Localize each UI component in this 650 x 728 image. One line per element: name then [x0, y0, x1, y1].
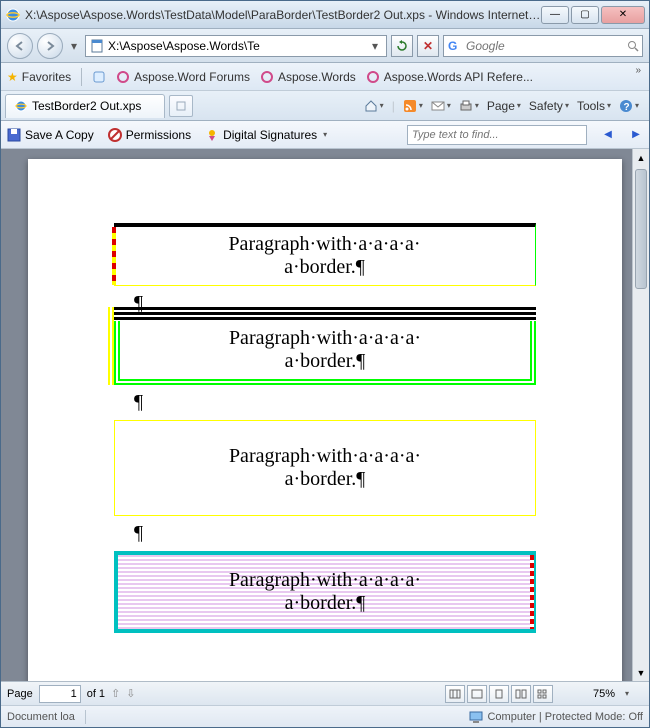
digital-signatures-button[interactable]: Digital Signatures ▾ — [205, 128, 327, 142]
google-icon: G — [448, 39, 462, 53]
xps-viewer-toolbar: Save A Copy Permissions Digital Signatur… — [1, 121, 649, 149]
feeds-button[interactable]: ▾ — [403, 99, 423, 113]
stop-button[interactable]: ✕ — [417, 35, 439, 57]
favbar-overflow[interactable]: » — [635, 65, 641, 76]
suggested-sites-button[interactable] — [92, 70, 106, 84]
print-button[interactable]: ▾ — [459, 99, 479, 113]
chevron-down-icon: ▾ — [323, 130, 327, 139]
search-input[interactable] — [466, 39, 623, 53]
tab-testborder[interactable]: TestBorder2 Out.xps — [5, 94, 165, 118]
back-button[interactable] — [7, 33, 33, 59]
find-input[interactable] — [412, 129, 582, 141]
internet-explorer-window: X:\Aspose\Aspose.Words\TestData\Model\Pa… — [0, 0, 650, 728]
paragraph-1: Paragraph·with·a·a·a·a· a·border.¶ — [114, 223, 536, 286]
triple-border-top — [114, 307, 536, 321]
computer-icon — [469, 710, 483, 724]
paragraph-4: Paragraph·with·a·a·a·a· a·border.¶ — [114, 551, 536, 633]
permissions-icon — [108, 128, 122, 142]
page-up-button[interactable]: ⇧ — [111, 687, 120, 700]
tools-menu[interactable]: Tools▾ — [577, 99, 611, 113]
viewer-scrollbar[interactable]: ▲ ▼ — [632, 149, 649, 681]
svg-text:?: ? — [623, 102, 629, 113]
separator — [81, 68, 82, 86]
favorites-button[interactable]: ★ Favorites — [7, 70, 71, 84]
page-label: Page — [7, 688, 33, 700]
xps-bottom-bar: Page of 1 ⇧ ⇩ 75% ▾ — [1, 681, 649, 705]
zoom-dropdown[interactable]: ▾ — [625, 689, 629, 698]
scroll-up-button[interactable]: ▲ — [633, 149, 649, 166]
minimize-button[interactable]: — — [541, 6, 569, 24]
save-icon — [7, 128, 21, 142]
star-icon: ★ — [7, 70, 18, 84]
nav-history-dropdown[interactable]: ▾ — [67, 39, 81, 53]
aspose-icon — [116, 70, 130, 84]
pilcrow-spacer: ¶ — [114, 522, 536, 545]
navigation-bar: ▾ ▾ ✕ G — [1, 29, 649, 63]
view-mode-buttons — [445, 685, 553, 703]
status-bar: Document loa Computer | Protected Mode: … — [1, 705, 649, 727]
find-next-button[interactable]: ▶ — [629, 128, 643, 142]
tab-label: TestBorder2 Out.xps — [32, 99, 141, 113]
xps-file-icon — [90, 39, 104, 53]
address-dropdown[interactable]: ▾ — [368, 39, 382, 53]
zone-indicator: Computer | Protected Mode: Off — [469, 710, 643, 724]
scroll-thumb[interactable] — [635, 169, 647, 289]
signature-icon — [205, 128, 219, 142]
page-down-button[interactable]: ⇩ — [126, 687, 135, 700]
help-button[interactable]: ?▾ — [619, 99, 639, 113]
title-bar: X:\Aspose\Aspose.Words\TestData\Model\Pa… — [1, 1, 649, 29]
new-tab-button[interactable] — [169, 95, 193, 117]
view-whole-button[interactable] — [489, 685, 509, 703]
fav-link-api[interactable]: Aspose.Words API Refere... — [366, 70, 533, 84]
command-bar: ▾ | ▾ ▾ ▾ Page▾ Safety▾ Tools▾ ?▾ — [193, 99, 645, 113]
view-two-button[interactable] — [511, 685, 531, 703]
permissions-button[interactable]: Permissions — [108, 128, 191, 142]
save-copy-button[interactable]: Save A Copy — [7, 128, 94, 142]
find-box[interactable] — [407, 125, 587, 145]
page-menu[interactable]: Page▾ — [487, 99, 521, 113]
fav-link-forums[interactable]: Aspose.Word Forums — [116, 70, 250, 84]
window-title: X:\Aspose\Aspose.Words\TestData\Model\Pa… — [25, 8, 541, 22]
aspose-icon — [366, 70, 380, 84]
paragraph-2: Paragraph·with·a·a·a·a· a·border.¶ — [114, 321, 536, 385]
tab-bar: TestBorder2 Out.xps ▾ | ▾ ▾ ▾ Page▾ Safe… — [1, 91, 649, 121]
view-width-button[interactable] — [467, 685, 487, 703]
find-prev-button[interactable]: ◀ — [601, 128, 615, 142]
page-of-label: of 1 — [87, 688, 105, 700]
xps-viewer-area: Paragraph·with·a·a·a·a· a·border.¶ ¶ Par… — [1, 149, 649, 681]
svg-text:G: G — [448, 39, 457, 53]
close-button[interactable]: ✕ — [601, 6, 645, 24]
fav-link-words[interactable]: Aspose.Words — [260, 70, 356, 84]
status-text: Document loa — [7, 711, 75, 723]
address-input[interactable] — [108, 39, 364, 53]
document-page: Paragraph·with·a·a·a·a· a·border.¶ ¶ Par… — [28, 159, 622, 681]
ie-icon — [14, 99, 28, 113]
view-thumb-button[interactable] — [533, 685, 553, 703]
mail-button[interactable]: ▾ — [431, 99, 451, 113]
search-bar[interactable]: G — [443, 35, 643, 57]
zoom-level: 75% — [559, 688, 619, 700]
maximize-button[interactable]: ▢ — [571, 6, 599, 24]
window-buttons: — ▢ ✕ — [541, 6, 645, 24]
safety-menu[interactable]: Safety▾ — [529, 99, 569, 113]
refresh-button[interactable] — [391, 35, 413, 57]
address-bar[interactable]: ▾ — [85, 35, 387, 57]
home-button[interactable]: ▾ — [364, 99, 384, 113]
scroll-down-button[interactable]: ▼ — [633, 664, 649, 681]
search-button-icon[interactable] — [627, 40, 639, 52]
favorites-label: Favorites — [22, 70, 71, 84]
forward-button[interactable] — [37, 33, 63, 59]
paragraph-3: Paragraph·with·a·a·a·a· a·border.¶ — [114, 420, 536, 516]
view-actual-button[interactable] — [445, 685, 465, 703]
pilcrow-spacer: ¶ — [114, 391, 536, 414]
ie-icon — [5, 7, 21, 23]
aspose-icon — [260, 70, 274, 84]
page-number-input[interactable] — [39, 685, 81, 703]
favorites-bar: ★ Favorites Aspose.Word Forums Aspose.Wo… — [1, 63, 649, 91]
